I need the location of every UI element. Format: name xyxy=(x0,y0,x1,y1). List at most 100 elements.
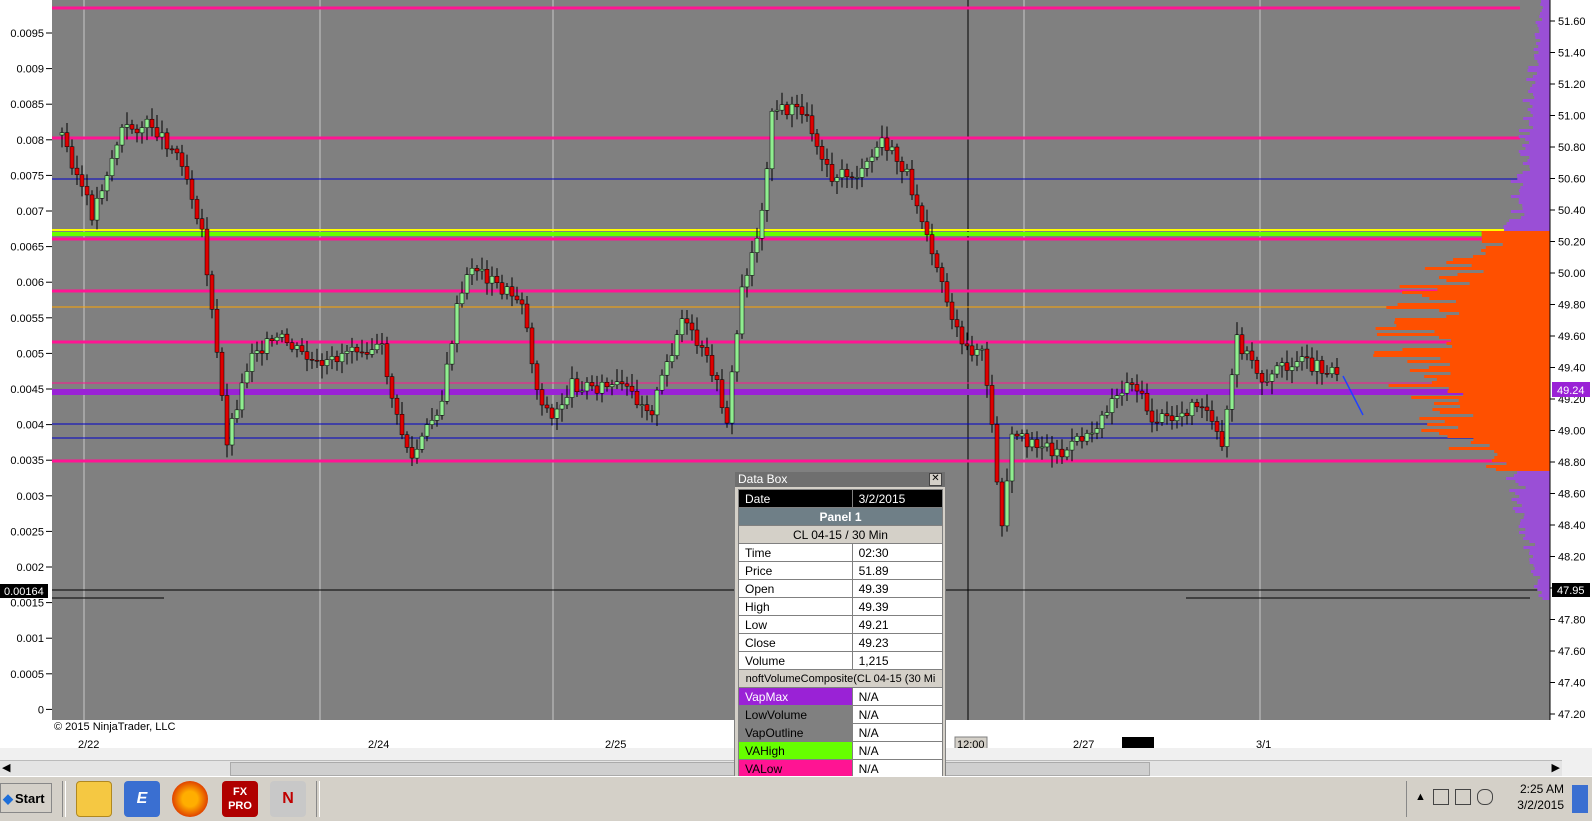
candle-body xyxy=(364,352,370,355)
scroll-right-arrow-icon[interactable]: ▶ xyxy=(1552,761,1560,774)
candle-body xyxy=(974,349,980,356)
candle-body xyxy=(724,407,730,424)
candle-body xyxy=(794,103,800,108)
volume-profile-bar xyxy=(1516,501,1550,504)
right-axis-label: 49.00 xyxy=(1558,426,1586,438)
scrollbar-thumb[interactable] xyxy=(230,762,1150,776)
candle-body xyxy=(1319,360,1325,374)
candle-body xyxy=(204,228,210,276)
candle-body xyxy=(1179,412,1185,417)
volume-profile-bar xyxy=(1509,489,1550,492)
volume-profile-bar xyxy=(1532,105,1550,108)
volume-profile-bar xyxy=(1388,384,1550,387)
volume-profile-bar xyxy=(1538,45,1550,48)
indicator-label: noftVolumeComposite(CL 04-15 (30 Mi xyxy=(738,669,943,688)
candle-body xyxy=(1324,373,1330,375)
volume-profile-bar xyxy=(1538,51,1550,54)
candle-body xyxy=(889,146,895,151)
show-desktop-button[interactable] xyxy=(1572,785,1588,813)
e-icon[interactable]: E xyxy=(124,781,160,817)
candle-body xyxy=(369,349,375,355)
volume-profile-bar xyxy=(1541,9,1550,12)
volume-profile-bar xyxy=(1428,366,1550,369)
candle-body xyxy=(779,104,785,111)
volume-profile-bar xyxy=(1522,144,1550,147)
candle-body xyxy=(1019,433,1025,437)
candle-body xyxy=(834,177,840,182)
volume-profile-bar xyxy=(1506,477,1550,480)
candle-body xyxy=(294,345,300,350)
candle-body xyxy=(1204,406,1210,411)
left-axis-label: 0.006 xyxy=(16,277,44,289)
indicator-row-value: N/A xyxy=(851,723,944,742)
volume-profile-bar xyxy=(1486,465,1550,468)
volume-profile-bar xyxy=(1471,264,1550,267)
scroll-left-arrow-icon[interactable]: ◀ xyxy=(2,761,10,774)
volume-profile-bar xyxy=(1481,237,1550,240)
row-value: 49.39 xyxy=(851,597,944,616)
folder-icon[interactable] xyxy=(76,781,112,817)
volume-profile-bar xyxy=(1458,399,1550,402)
ninja-icon[interactable]: N xyxy=(270,781,306,817)
system-clock[interactable]: 2:25 AM 3/2/2015 xyxy=(1517,781,1564,813)
volume-profile-bar xyxy=(1523,546,1550,549)
candle-body xyxy=(1334,367,1340,375)
volume-profile-bar xyxy=(1396,324,1550,327)
close-icon[interactable]: ✕ xyxy=(929,473,942,486)
candle-body xyxy=(864,161,870,169)
volume-profile-bar xyxy=(1527,69,1550,72)
volume-profile-bar xyxy=(1439,411,1550,414)
candle-body xyxy=(434,415,440,421)
candle-body xyxy=(1189,402,1195,416)
volume-profile-bar xyxy=(1520,216,1550,219)
candle-body xyxy=(264,338,270,354)
left-axis-label: 0.0045 xyxy=(10,384,44,396)
volume-profile-bar xyxy=(1525,147,1550,150)
volume-profile-bar xyxy=(1448,387,1550,390)
candle-body xyxy=(959,326,965,345)
candle-body xyxy=(619,381,625,385)
volume-profile-bar xyxy=(1540,3,1550,6)
volume-profile-bar xyxy=(1394,321,1550,324)
candle-body xyxy=(334,356,340,363)
candle-body xyxy=(859,168,865,178)
volume-profile-bar xyxy=(1518,150,1550,153)
start-button[interactable]: ◆ Start xyxy=(0,783,52,813)
data-box-titlebar[interactable]: Data Box ✕ xyxy=(735,472,945,487)
volume-profile-bar xyxy=(1407,360,1550,363)
volume-profile-bar xyxy=(1538,27,1550,30)
tray-network-icon[interactable] xyxy=(1455,789,1471,805)
volume-profile-bar xyxy=(1510,210,1550,213)
candle-body xyxy=(789,103,795,116)
taskbar-separator xyxy=(62,781,66,817)
candle-body xyxy=(999,481,1005,527)
volume-profile-bar xyxy=(1537,588,1550,591)
volume-profile-bar xyxy=(1520,153,1550,156)
volume-profile-bar xyxy=(1532,93,1550,96)
volume-profile-bar xyxy=(1523,516,1550,519)
indicator-row-label: VapOutline xyxy=(738,723,853,742)
volume-profile-bar xyxy=(1522,171,1550,174)
volume-profile-bar xyxy=(1540,39,1550,42)
firefox-icon[interactable] xyxy=(172,781,208,817)
candle-body xyxy=(774,109,780,112)
candle-body xyxy=(1224,409,1230,447)
candle-body xyxy=(329,356,335,360)
volume-profile-bar xyxy=(1542,597,1550,600)
tray-chevron-icon[interactable]: ▲ xyxy=(1415,791,1426,803)
data-box-window[interactable]: Data Box ✕ Date 3/2/2015 Panel 1 CL 04-1… xyxy=(734,471,946,820)
fxpro-icon[interactable]: FX PRO xyxy=(222,781,258,817)
panel-label: Panel 1 xyxy=(738,507,943,526)
candle-body xyxy=(1069,441,1075,451)
candle-body xyxy=(854,177,860,179)
volume-profile-bar xyxy=(1529,102,1550,105)
volume-profile-bar xyxy=(1399,285,1550,288)
tray-app-icon[interactable] xyxy=(1433,789,1449,805)
volume-profile-bar xyxy=(1515,492,1550,495)
volume-profile-bar xyxy=(1447,435,1550,438)
candle-body xyxy=(239,382,245,411)
tray-volume-icon[interactable] xyxy=(1477,789,1493,805)
indicator-row-label: VALow xyxy=(738,759,853,778)
candle-body xyxy=(689,322,695,331)
right-axis-label: 51.00 xyxy=(1558,111,1586,123)
